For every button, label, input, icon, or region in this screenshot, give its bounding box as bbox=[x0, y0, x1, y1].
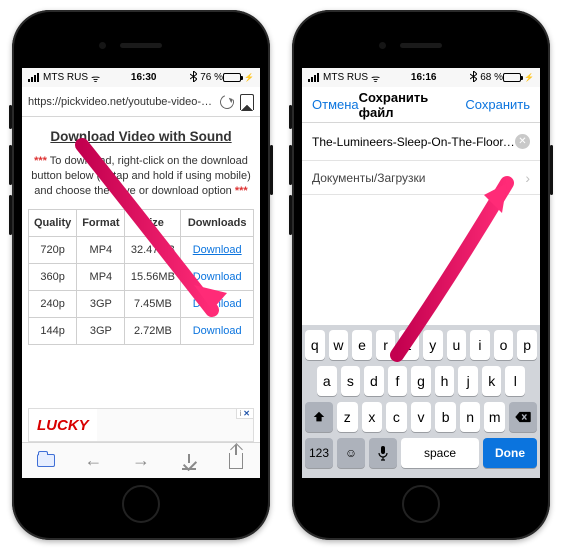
filename-input[interactable]: The-Lumineers-Sleep-On-The-Floor.mp4 bbox=[312, 135, 515, 149]
close-icon: ✕ bbox=[243, 409, 250, 418]
dialog-title: Сохранить файл bbox=[359, 90, 466, 120]
signal-icon bbox=[28, 73, 39, 82]
chevron-right-icon: › bbox=[525, 170, 530, 186]
home-button[interactable] bbox=[122, 485, 160, 523]
key[interactable]: h bbox=[435, 366, 455, 396]
table-row: 720pMP432.47MBDownload bbox=[29, 236, 254, 263]
done-key[interactable]: Done bbox=[483, 438, 537, 468]
numbers-key[interactable]: 123 bbox=[305, 438, 333, 468]
save-button[interactable]: Сохранить bbox=[465, 97, 530, 112]
key[interactable]: n bbox=[460, 402, 481, 432]
phone-left: MTS RUS ᯤ 16:30 76 % ⚡ https://pickvideo… bbox=[12, 10, 270, 540]
key[interactable]: z bbox=[337, 402, 358, 432]
home-button[interactable] bbox=[402, 485, 440, 523]
page-title: Download Video with Sound bbox=[28, 129, 254, 144]
status-bar: MTS RUS ᯤ 16:16 68 % ⚡ bbox=[302, 68, 540, 87]
battery-icon: ⚡ bbox=[503, 73, 534, 82]
key[interactable]: e bbox=[352, 330, 372, 360]
ad-brand: LUCKY bbox=[29, 409, 97, 441]
wifi-icon: ᯤ bbox=[91, 71, 100, 85]
shift-key[interactable] bbox=[305, 402, 333, 432]
download-icon[interactable] bbox=[179, 451, 199, 471]
key[interactable]: q bbox=[305, 330, 325, 360]
col-quality: Quality bbox=[29, 209, 77, 236]
key[interactable]: m bbox=[484, 402, 505, 432]
key[interactable]: d bbox=[364, 366, 384, 396]
key[interactable]: o bbox=[494, 330, 514, 360]
cancel-button[interactable]: Отмена bbox=[312, 97, 359, 112]
bookmark-icon[interactable] bbox=[240, 94, 254, 110]
download-link[interactable]: Download bbox=[181, 236, 254, 263]
key[interactable]: a bbox=[317, 366, 337, 396]
key[interactable]: g bbox=[411, 366, 431, 396]
clear-icon[interactable]: ✕ bbox=[515, 134, 530, 149]
col-format: Format bbox=[77, 209, 125, 236]
status-time: 16:30 bbox=[100, 72, 187, 83]
carrier-label: MTS RUS bbox=[43, 72, 88, 83]
col-size: Size bbox=[125, 209, 181, 236]
address-bar[interactable]: https://pickvideo.net/youtube-video-down… bbox=[22, 87, 260, 117]
download-link[interactable]: Download bbox=[181, 317, 254, 344]
forward-icon[interactable]: → bbox=[131, 451, 151, 471]
backspace-key[interactable] bbox=[509, 402, 537, 432]
key[interactable]: w bbox=[329, 330, 349, 360]
key[interactable]: x bbox=[362, 402, 383, 432]
phone-right: MTS RUS ᯤ 16:16 68 % ⚡ Отмена Сохранить … bbox=[292, 10, 550, 540]
table-row: 240p3GP7.45MBDownload bbox=[29, 290, 254, 317]
bluetooth-icon bbox=[470, 71, 477, 85]
battery-pct: 76 % bbox=[200, 72, 223, 83]
status-time: 16:16 bbox=[380, 72, 467, 83]
save-dialog-header: Отмена Сохранить файл Сохранить bbox=[302, 87, 540, 123]
battery-icon: ⚡ bbox=[223, 73, 254, 82]
ad-banner[interactable]: LUCKY i✕ bbox=[28, 408, 254, 442]
emoji-key[interactable]: ☺ bbox=[337, 438, 365, 468]
url-text: https://pickvideo.net/youtube-video-down… bbox=[28, 96, 214, 108]
share-icon[interactable] bbox=[226, 451, 246, 471]
key[interactable]: b bbox=[435, 402, 456, 432]
signal-icon bbox=[308, 73, 319, 82]
battery-pct: 68 % bbox=[480, 72, 503, 83]
key[interactable]: i bbox=[470, 330, 490, 360]
download-link[interactable]: Download bbox=[181, 263, 254, 290]
key[interactable]: p bbox=[517, 330, 537, 360]
browser-toolbar: ← → bbox=[22, 442, 260, 478]
col-downloads: Downloads bbox=[181, 209, 254, 236]
location-row[interactable]: Документы/Загрузки › bbox=[302, 161, 540, 195]
key[interactable]: y bbox=[423, 330, 443, 360]
carrier-label: MTS RUS bbox=[323, 72, 368, 83]
key[interactable]: u bbox=[447, 330, 467, 360]
key[interactable]: r bbox=[376, 330, 396, 360]
keyboard: q w e r t y u i o p a s d bbox=[302, 325, 540, 478]
table-row: 144p3GP2.72MBDownload bbox=[29, 317, 254, 344]
bluetooth-icon bbox=[190, 71, 197, 85]
key[interactable]: j bbox=[458, 366, 478, 396]
key[interactable]: v bbox=[411, 402, 432, 432]
filename-row[interactable]: The-Lumineers-Sleep-On-The-Floor.mp4 ✕ bbox=[302, 123, 540, 161]
key[interactable]: c bbox=[386, 402, 407, 432]
space-key[interactable]: space bbox=[401, 438, 479, 468]
back-icon[interactable]: ← bbox=[83, 451, 103, 471]
wifi-icon: ᯤ bbox=[371, 71, 380, 85]
key[interactable]: s bbox=[341, 366, 361, 396]
key[interactable]: l bbox=[505, 366, 525, 396]
downloads-table: Quality Format Size Downloads 720pMP432.… bbox=[28, 209, 254, 345]
table-row: 360pMP415.56MBDownload bbox=[29, 263, 254, 290]
key[interactable]: t bbox=[399, 330, 419, 360]
location-path: Документы/Загрузки bbox=[312, 171, 525, 185]
download-link[interactable]: Download bbox=[181, 290, 254, 317]
mic-key[interactable] bbox=[369, 438, 397, 468]
folder-icon[interactable] bbox=[36, 451, 56, 471]
hint-text: *** To download, right-click on the down… bbox=[28, 154, 254, 199]
adchoices-icon[interactable]: i✕ bbox=[236, 409, 253, 419]
status-bar: MTS RUS ᯤ 16:30 76 % ⚡ bbox=[22, 68, 260, 87]
reload-icon[interactable] bbox=[218, 92, 237, 111]
key[interactable]: k bbox=[482, 366, 502, 396]
key[interactable]: f bbox=[388, 366, 408, 396]
